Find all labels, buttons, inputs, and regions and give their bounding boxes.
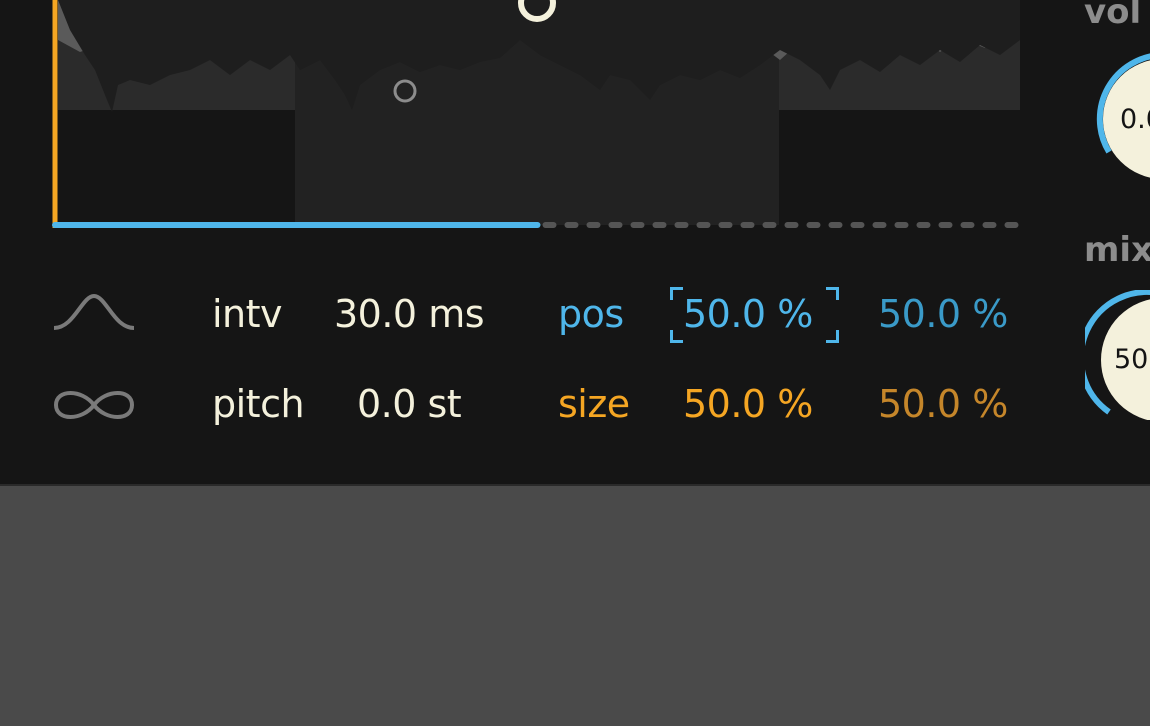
vol-label: vol — [1084, 0, 1142, 32]
panel-divider — [0, 484, 1150, 486]
pos-label: pos — [558, 292, 624, 336]
mix-label: mix — [1084, 230, 1150, 270]
pitch-value[interactable]: 0.0 st — [357, 382, 462, 426]
selection-corner-br — [826, 330, 839, 343]
selection-corner-bl — [670, 330, 683, 343]
infinity-icon[interactable] — [52, 385, 136, 425]
vol-value: 0.0 — [1120, 104, 1150, 135]
intv-value[interactable]: 30.0 ms — [334, 292, 485, 336]
selection-corner-tl — [670, 287, 683, 300]
intv-label: intv — [212, 292, 283, 336]
mix-value: 50 — [1114, 344, 1149, 375]
pos-value[interactable]: 50.0 % — [683, 292, 813, 336]
selection-corner-tr — [826, 287, 839, 300]
size-value-secondary[interactable]: 50.0 % — [878, 382, 1008, 426]
pitch-label: pitch — [212, 382, 305, 426]
size-label: size — [558, 382, 630, 426]
bell-curve-icon[interactable] — [52, 290, 136, 332]
size-value[interactable]: 50.0 % — [683, 382, 813, 426]
pos-value-secondary[interactable]: 50.0 % — [878, 292, 1008, 336]
